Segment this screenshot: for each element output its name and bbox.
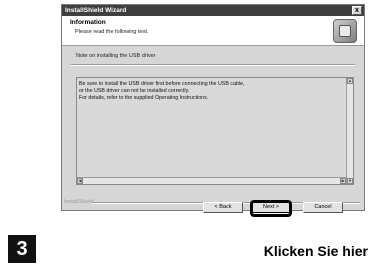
next-button-highlight [250, 200, 292, 217]
close-button[interactable]: x [352, 6, 362, 15]
back-button[interactable]: < Back [203, 202, 243, 213]
vertical-scrollbar[interactable]: ▲ ▼ [346, 78, 353, 184]
scroll-left-icon[interactable]: ◀ [77, 178, 83, 184]
step-number-badge: 3 [8, 235, 36, 263]
installer-box-icon [333, 19, 357, 43]
text-line: or the USB driver can not be installed c… [79, 88, 190, 94]
window-title: InstallShield Wizard [65, 7, 127, 14]
header-subtitle: Please read the following text. [75, 29, 149, 35]
information-textbox[interactable]: Be sure to install the USB driver first … [76, 77, 354, 185]
installshield-wizard-window: InstallShield Wizard x Information Pleas… [61, 4, 365, 211]
instruction-caption: Klicken Sie hier [263, 243, 368, 259]
note-label: Note on installing the USB driver [76, 53, 156, 59]
cancel-button[interactable]: Cancel [303, 202, 343, 213]
text-line: Be sure to install the USB driver first … [79, 81, 245, 87]
window-titlebar: InstallShield Wizard x [62, 5, 364, 16]
text-line: For details, refer to the supplied Opera… [79, 95, 209, 101]
horizontal-scrollbar[interactable]: ◀ ▶ [77, 177, 346, 184]
scroll-down-icon[interactable]: ▼ [347, 178, 353, 184]
divider [71, 64, 355, 66]
header-title: Information [70, 19, 106, 26]
wizard-header: Information Please read the following te… [62, 16, 364, 46]
installshield-brand: InstallShield [64, 199, 94, 205]
scroll-right-icon[interactable]: ▶ [340, 178, 346, 184]
scroll-up-icon[interactable]: ▲ [347, 78, 353, 84]
